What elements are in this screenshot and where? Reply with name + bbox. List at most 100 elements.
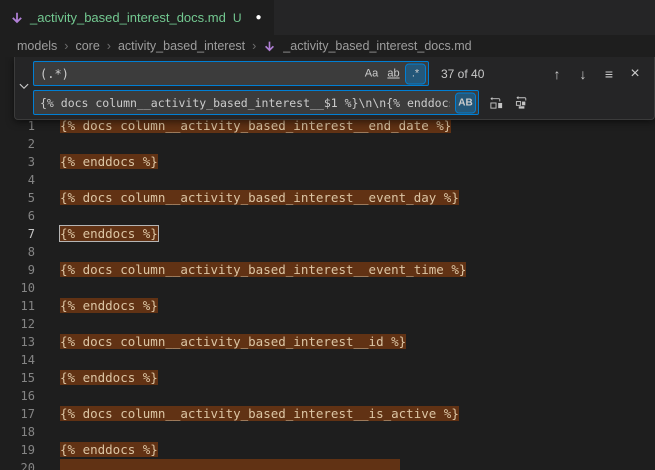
line-number: 8 bbox=[0, 243, 35, 261]
line-content bbox=[35, 315, 60, 333]
line-number: 5 bbox=[0, 189, 35, 207]
find-match-highlight: {% enddocs %} bbox=[60, 370, 158, 385]
dbt-file-icon bbox=[263, 40, 276, 53]
line-content bbox=[35, 423, 60, 441]
find-match-highlight: {% docs column__activity_based_interest_… bbox=[60, 190, 459, 205]
code-line[interactable]: 20 bbox=[0, 459, 655, 470]
find-match-highlight: {% docs column__activity_based_interest_… bbox=[60, 406, 459, 421]
line-content: {% docs column__activity_based_interest_… bbox=[35, 405, 459, 423]
line-number: 9 bbox=[0, 261, 35, 279]
line-content: {% enddocs %} bbox=[35, 441, 158, 459]
replace-input-box: AB bbox=[33, 90, 479, 115]
code-line[interactable]: 6 bbox=[0, 207, 655, 225]
find-results-count: 37 of 40 bbox=[441, 67, 484, 81]
line-number: 11 bbox=[0, 297, 35, 315]
line-content: {% enddocs %} bbox=[35, 225, 158, 243]
line-content bbox=[35, 207, 60, 225]
line-number: 10 bbox=[0, 279, 35, 297]
breadcrumb-separator: › bbox=[107, 39, 111, 53]
replace-input[interactable] bbox=[34, 96, 478, 110]
close-find-button[interactable]: × bbox=[624, 63, 646, 85]
tab-activity-docs[interactable]: _activity_based_interest_docs.md U ● bbox=[0, 0, 274, 35]
code-line[interactable]: 18 bbox=[0, 423, 655, 441]
code-line[interactable]: 19 {% enddocs %} bbox=[0, 441, 655, 459]
replace-all-button[interactable] bbox=[511, 92, 533, 114]
replace-button[interactable] bbox=[485, 92, 507, 114]
replace-actions bbox=[485, 92, 533, 114]
find-match-highlight bbox=[60, 459, 400, 470]
unsaved-dot[interactable]: ● bbox=[256, 12, 262, 23]
line-number: 6 bbox=[0, 207, 35, 225]
breadcrumb-item[interactable]: _activity_based_interest_docs.md bbox=[283, 39, 471, 53]
code-line[interactable]: 3 {% enddocs %} bbox=[0, 153, 655, 171]
next-match-button[interactable]: ↓ bbox=[572, 63, 594, 85]
line-content: {% enddocs %} bbox=[35, 369, 158, 387]
code-line[interactable]: 17 {% docs column__activity_based_interes… bbox=[0, 405, 655, 423]
line-content: {% enddocs %} bbox=[35, 297, 158, 315]
match-case-button[interactable]: Aa bbox=[362, 64, 381, 83]
line-number: 3 bbox=[0, 153, 35, 171]
line-number: 15 bbox=[0, 369, 35, 387]
code-line[interactable]: 10 bbox=[0, 279, 655, 297]
replace-options: AB bbox=[456, 93, 475, 112]
code-line[interactable]: 4 bbox=[0, 171, 655, 189]
line-content bbox=[35, 279, 60, 297]
line-number: 17 bbox=[0, 405, 35, 423]
code-line[interactable]: 15 {% enddocs %} bbox=[0, 369, 655, 387]
breadcrumb-item[interactable]: activity_based_interest bbox=[118, 39, 245, 53]
vscode-window: _activity_based_interest_docs.md U ● mod… bbox=[0, 0, 655, 470]
find-options: Aa ab .* bbox=[362, 64, 425, 83]
breadcrumb-separator: › bbox=[252, 39, 256, 53]
line-content bbox=[35, 171, 60, 189]
line-number: 13 bbox=[0, 333, 35, 351]
code-line[interactable]: 13 {% docs column__activity_based_interes… bbox=[0, 333, 655, 351]
line-content bbox=[35, 351, 60, 369]
line-content bbox=[35, 387, 60, 405]
code-area[interactable]: 1{% docs column__activity_based_interest… bbox=[0, 117, 655, 470]
line-content: {% docs column__activity_based_interest_… bbox=[35, 333, 406, 351]
code-line[interactable]: 2 bbox=[0, 135, 655, 153]
line-content: {% enddocs %} bbox=[35, 153, 158, 171]
dbt-file-icon bbox=[10, 11, 24, 25]
code-line[interactable]: 14 bbox=[0, 351, 655, 369]
breadcrumb-item[interactable]: models bbox=[17, 39, 57, 53]
line-number: 4 bbox=[0, 171, 35, 189]
find-match-highlight: {% enddocs %} bbox=[60, 442, 158, 457]
line-number: 7 bbox=[0, 225, 35, 243]
find-match-highlight: {% enddocs %} bbox=[60, 154, 158, 169]
line-content bbox=[35, 243, 60, 261]
whole-word-button[interactable]: ab bbox=[384, 64, 403, 83]
breadcrumb-item[interactable]: core bbox=[75, 39, 99, 53]
tab-bar: _activity_based_interest_docs.md U ● bbox=[0, 0, 655, 35]
editor[interactable]: Aa ab .* 37 of 40 ↑ ↓ ≡ × bbox=[0, 57, 655, 470]
code-line[interactable]: 9 {% docs column__activity_based_interest… bbox=[0, 261, 655, 279]
line-content bbox=[35, 135, 60, 153]
code-line[interactable]: 16 bbox=[0, 387, 655, 405]
breadcrumb-separator: › bbox=[64, 39, 68, 53]
regex-button[interactable]: .* bbox=[406, 64, 425, 83]
git-status-badge: U bbox=[233, 11, 242, 25]
chevron-down-icon bbox=[18, 79, 30, 97]
code-line[interactable]: 8 bbox=[0, 243, 655, 261]
breadcrumb: models › core › activity_based_interest › _act… bbox=[0, 35, 655, 57]
find-match-highlight: {% docs column__activity_based_interest_… bbox=[60, 334, 406, 349]
tab-filename: _activity_based_interest_docs.md bbox=[30, 10, 226, 25]
find-in-selection-button[interactable]: ≡ bbox=[598, 63, 620, 85]
find-input-box: Aa ab .* bbox=[33, 61, 429, 86]
previous-match-button[interactable]: ↑ bbox=[546, 63, 568, 85]
find-match-highlight: {% docs column__activity_based_interest_… bbox=[60, 262, 466, 277]
code-line[interactable]: 11 {% enddocs %} bbox=[0, 297, 655, 315]
line-number: 14 bbox=[0, 351, 35, 369]
toggle-replace-button[interactable] bbox=[15, 61, 33, 115]
line-content bbox=[35, 459, 400, 470]
line-number: 19 bbox=[0, 441, 35, 459]
code-line[interactable]: 12 bbox=[0, 315, 655, 333]
preserve-case-button[interactable]: AB bbox=[456, 93, 475, 112]
line-number: 12 bbox=[0, 315, 35, 333]
code-line[interactable]: 7{% enddocs %} bbox=[0, 225, 655, 243]
line-number: 16 bbox=[0, 387, 35, 405]
line-content: {% docs column__activity_based_interest_… bbox=[35, 261, 466, 279]
find-match-highlight: {% enddocs %} bbox=[60, 298, 158, 313]
line-content: {% docs column__activity_based_interest_… bbox=[35, 189, 459, 207]
code-line[interactable]: 5 {% docs column__activity_based_interest… bbox=[0, 189, 655, 207]
